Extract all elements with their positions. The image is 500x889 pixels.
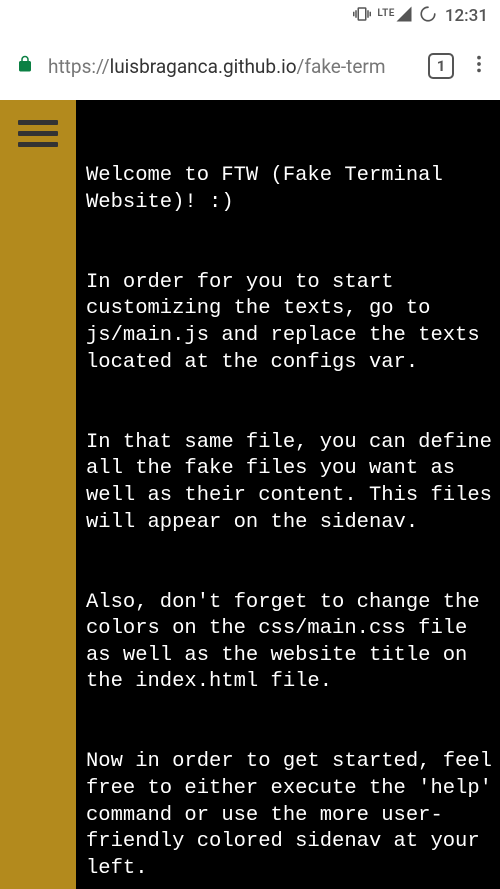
terminal-line: Now in order to get started, feel free t… bbox=[86, 749, 492, 882]
url-host: luisbraganca.github.io bbox=[110, 55, 297, 78]
page-content: Welcome to FTW (Fake Terminal Website)! … bbox=[0, 100, 500, 889]
terminal[interactable]: Welcome to FTW (Fake Terminal Website)! … bbox=[76, 100, 500, 889]
vibrate-icon bbox=[353, 5, 371, 27]
tab-switcher-button[interactable]: 1 bbox=[428, 53, 454, 79]
hamburger-icon[interactable] bbox=[18, 114, 58, 153]
url-bar[interactable]: https://luisbraganca.github.io/fake-term bbox=[48, 55, 414, 78]
signal-icon bbox=[395, 5, 413, 27]
terminal-line: Also, don't forget to change the colors … bbox=[86, 590, 492, 697]
more-menu-button[interactable] bbox=[468, 53, 490, 79]
browser-toolbar: https://luisbraganca.github.io/fake-term… bbox=[0, 32, 500, 100]
tab-count-label: 1 bbox=[437, 57, 446, 75]
terminal-line: In order for you to start customizing th… bbox=[86, 270, 492, 377]
loading-spinner-icon bbox=[419, 5, 437, 27]
status-clock: 12:31 bbox=[445, 6, 488, 26]
android-status-bar: LTE 12:31 bbox=[0, 0, 500, 32]
terminal-line: Welcome to FTW (Fake Terminal Website)! … bbox=[86, 163, 492, 216]
url-path: /fake-term bbox=[297, 55, 386, 78]
sidenav bbox=[0, 100, 76, 889]
url-scheme: https:// bbox=[48, 55, 110, 78]
network-type-label: LTE bbox=[377, 8, 395, 19]
terminal-line: In that same file, you can define all th… bbox=[86, 430, 492, 537]
lock-icon bbox=[16, 55, 34, 77]
